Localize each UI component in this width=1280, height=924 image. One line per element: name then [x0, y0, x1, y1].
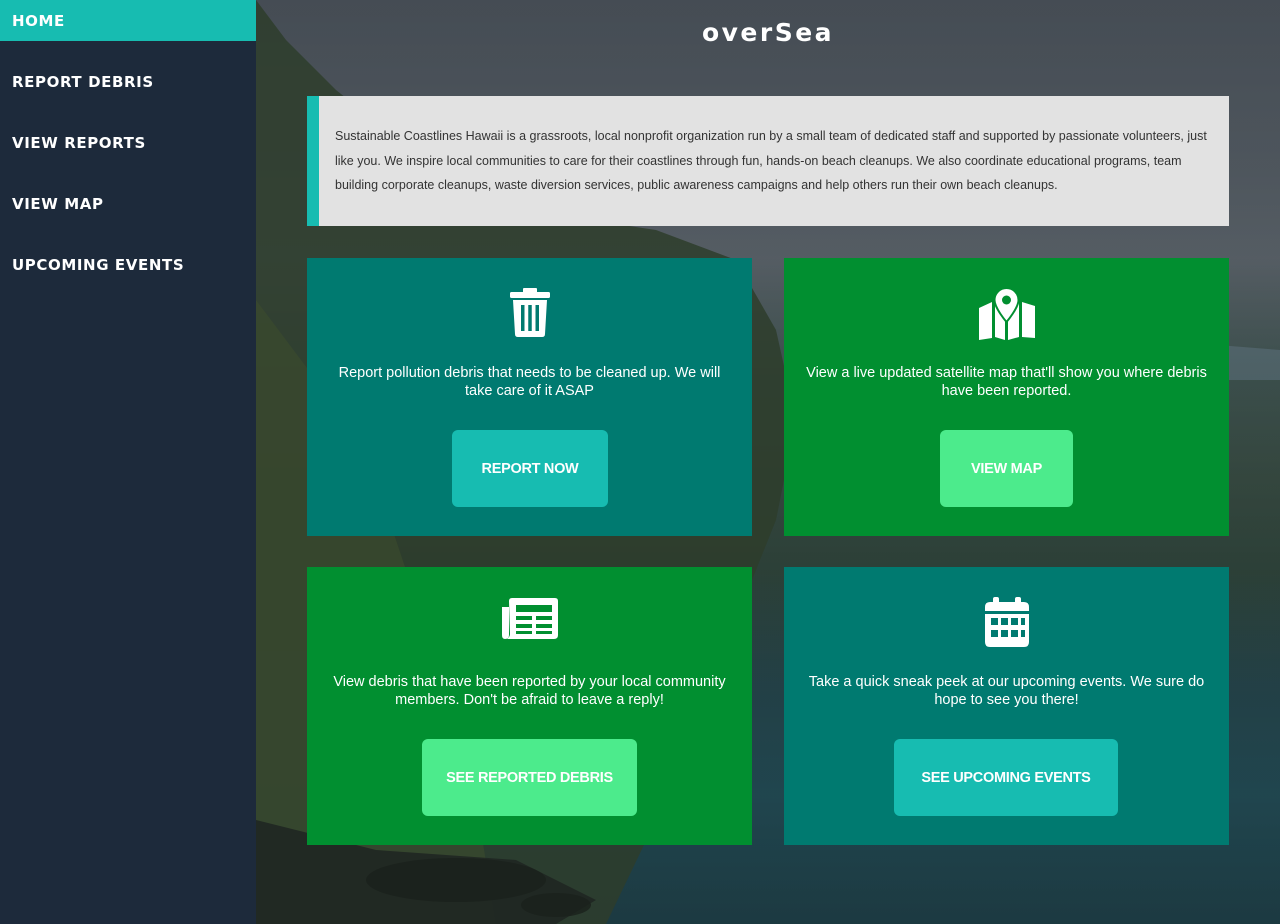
view-map-card: View a live updated satellite map that'l…: [784, 258, 1229, 536]
sidebar-item-upcoming-events[interactable]: UPCOMING EVENTS: [0, 244, 256, 285]
newspaper-icon: [307, 597, 752, 651]
see-upcoming-events-button[interactable]: SEE UPCOMING EVENTS: [894, 739, 1118, 816]
map-icon: [784, 288, 1229, 342]
sidebar: HOME REPORT DEBRIS VIEW REPORTS VIEW MAP…: [0, 0, 256, 924]
report-debris-card: Report pollution debris that needs to be…: [307, 258, 752, 536]
view-map-description: View a live updated satellite map that'l…: [806, 365, 1207, 399]
sidebar-item-report-debris[interactable]: REPORT DEBRIS: [0, 61, 256, 102]
view-reports-description: View debris that have been reported by y…: [333, 674, 726, 708]
sidebar-item-view-map[interactable]: VIEW MAP: [0, 183, 256, 224]
about-box: Sustainable Coastlines Hawaii is a grass…: [307, 96, 1229, 226]
upcoming-events-description: Take a quick sneak peek at our upcoming …: [808, 674, 1205, 708]
calendar-icon: [784, 597, 1229, 651]
sidebar-item-view-reports[interactable]: VIEW REPORTS: [0, 122, 256, 163]
sidebar-item-home[interactable]: HOME: [0, 0, 256, 41]
see-reported-debris-button[interactable]: SEE REPORTED DEBRIS: [422, 739, 637, 816]
report-debris-description: Report pollution debris that needs to be…: [338, 365, 721, 399]
about-text: Sustainable Coastlines Hawaii is a grass…: [335, 129, 1207, 192]
view-reports-card: View debris that have been reported by y…: [307, 567, 752, 845]
upcoming-events-card: Take a quick sneak peek at our upcoming …: [784, 567, 1229, 845]
view-map-button[interactable]: VIEW MAP: [940, 430, 1073, 507]
trash-icon: [307, 288, 752, 342]
report-now-button[interactable]: REPORT NOW: [452, 430, 608, 507]
brand-logo[interactable]: overSea: [256, 18, 1280, 47]
main-content: overSea Sustainable Coastlines Hawaii is…: [256, 0, 1280, 924]
